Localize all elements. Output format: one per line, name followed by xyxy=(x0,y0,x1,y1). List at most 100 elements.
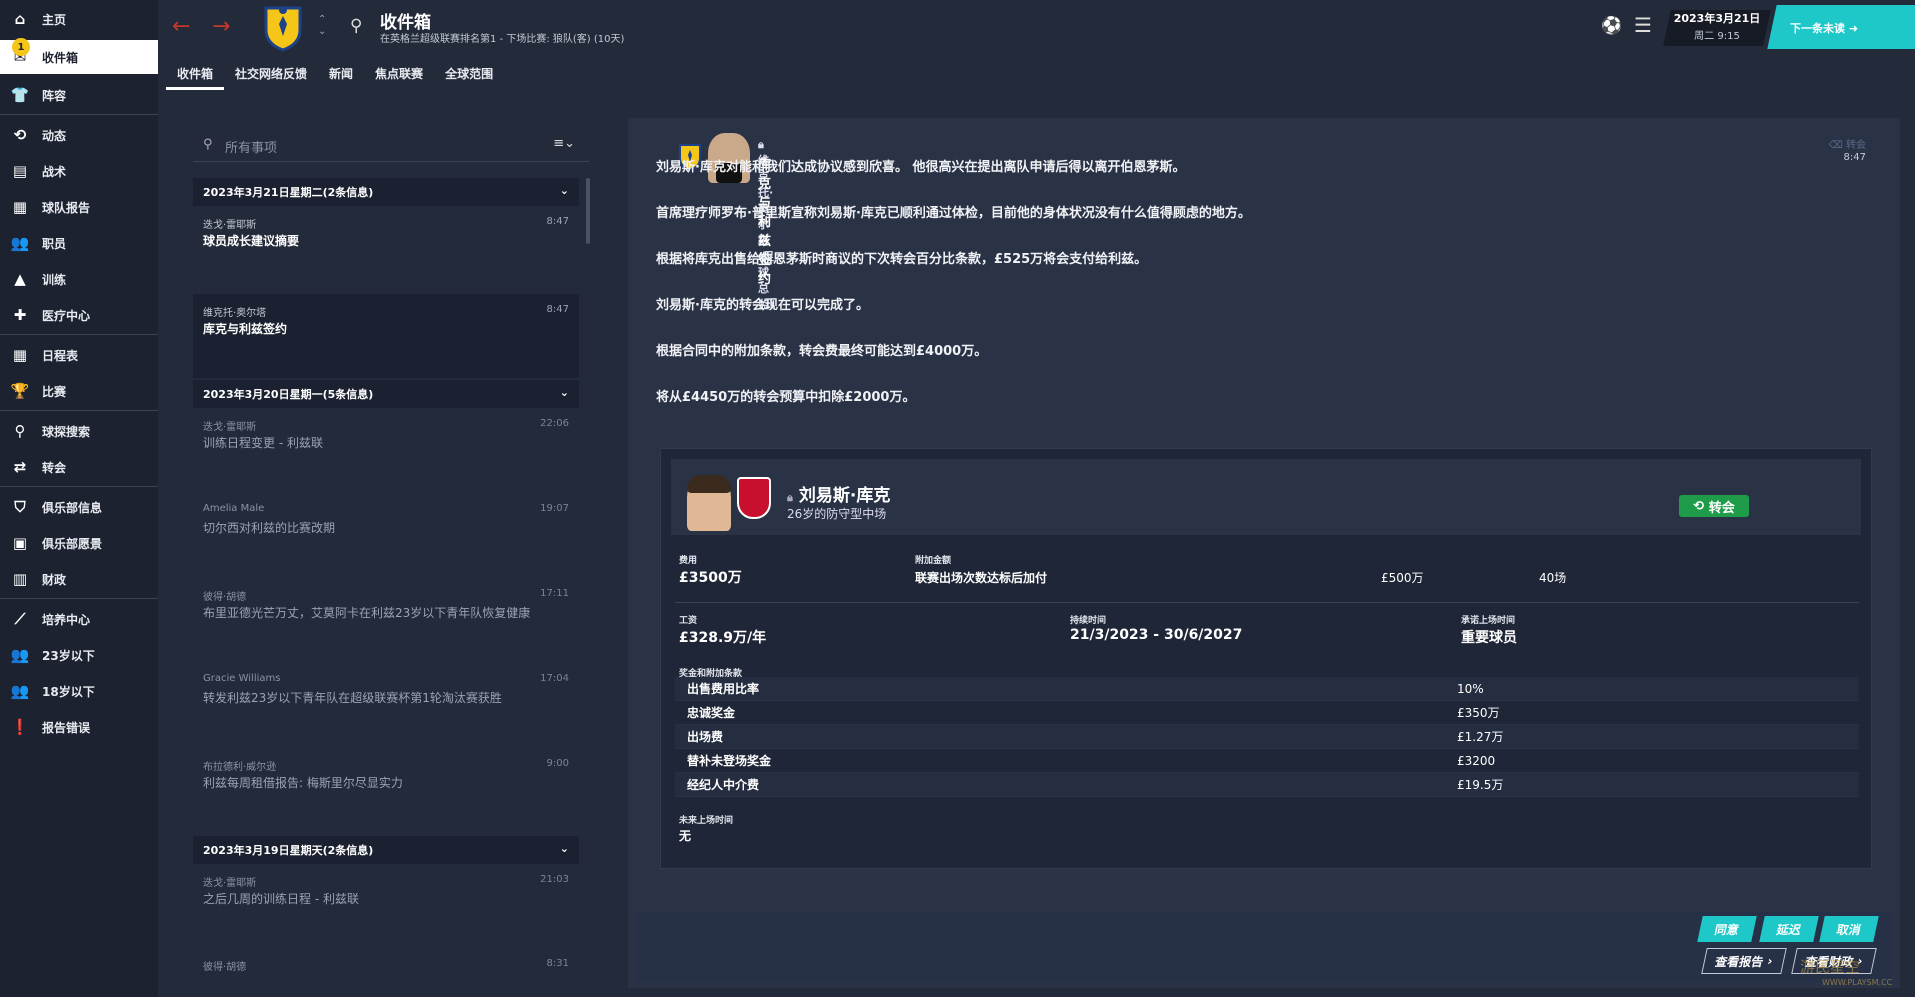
player-header[interactable]: 🔒︎ 刘易斯·库克 26岁的防守型中场 ⟲ 转会 xyxy=(671,459,1861,535)
addon-appearances: 40场 xyxy=(1539,571,1567,585)
list-item[interactable]: 迭戈·雷耶斯 22:06 训练日程变更 - 利兹联 xyxy=(193,408,579,488)
transfer-icon: ⇄ xyxy=(13,458,27,476)
delay-button[interactable]: 延迟 xyxy=(1759,916,1819,942)
tab-focus-leagues[interactable]: 焦点联赛 xyxy=(364,66,434,90)
sidebar-item-label: 日程表 xyxy=(42,348,79,363)
wage-label: 工资 xyxy=(679,616,698,626)
list-item[interactable]: 彼得·胡德 17:11 布里亚德光芒万丈，艾莫阿卡在利兹23岁以下青年队恢复健康 xyxy=(193,578,579,658)
current-date: 2023年3月21日 xyxy=(1673,12,1761,25)
search-input[interactable]: ⚲ 所有事项 ≡⌄ xyxy=(193,128,589,162)
club-crest-icon[interactable] xyxy=(262,2,304,52)
list-item[interactable]: 布拉德利·威尔逊 9:00 利兹每周租借报告: 梅斯里尔尽显实力 xyxy=(193,748,579,828)
sidebar-item-staff[interactable]: 👥 职员 xyxy=(0,226,158,260)
watermark-url: WWW.PLAYSM.CC xyxy=(1822,978,1893,987)
message-paragraph: 根据将库克出售给伯恩茅斯时商议的下次转会百分比条款，£525万将会支付给利兹。 xyxy=(656,252,1148,267)
sidebar-item-label: 主页 xyxy=(42,12,67,27)
tab-inbox[interactable]: 收件箱 xyxy=(166,66,225,90)
trophy-icon: 🏆 xyxy=(10,382,30,400)
shirt-icon: 👕 xyxy=(10,86,30,104)
list-item-selected[interactable]: 维克托·奥尔塔 8:47 库克与利兹签约 xyxy=(193,294,579,378)
list-item[interactable]: 迭戈·雷耶斯 8:47 球员成长建议摘要 xyxy=(193,206,579,286)
tag-icon: ⌫ xyxy=(1828,140,1843,151)
sidebar-item-dynamics[interactable]: ⟲ 动态 xyxy=(0,118,158,152)
menu-icon[interactable]: ☰ xyxy=(1634,13,1652,37)
table-row: 经纪人中介费 £19.5万 xyxy=(675,773,1859,797)
tab-bar: 收件箱 社交网络反馈 新闻 焦点联赛 全球范围 xyxy=(166,66,504,90)
message-paragraph: 根据合同中的附加条款，转会费最终可能达到£4000万。 xyxy=(656,344,988,359)
sidebar-item-scouting[interactable]: ⚲ 球探搜索 xyxy=(0,414,158,448)
calendar-icon: ▦ xyxy=(12,346,28,364)
message-time: 8:47 xyxy=(1843,152,1866,163)
chevron-down-icon[interactable]: ⌄ xyxy=(560,842,569,855)
back-arrow-icon[interactable]: ← xyxy=(172,14,190,39)
home-icon: ⌂ xyxy=(14,10,26,28)
tab-worldwide[interactable]: 全球范围 xyxy=(434,66,504,90)
sidebar-item-club-info[interactable]: ⛉ 俱乐部信息 xyxy=(0,490,158,524)
date-group-header[interactable]: 2023年3月20日星期一(5条信息) ⌄ xyxy=(193,380,579,408)
sidebar-item-label: 动态 xyxy=(42,128,67,143)
sidebar-divider xyxy=(0,486,158,487)
list-scrollbar[interactable] xyxy=(586,178,590,244)
sidebar-divider xyxy=(0,410,158,411)
forward-arrow-icon[interactable]: → xyxy=(212,14,230,39)
sidebar-item-schedule[interactable]: ▦ 日程表 xyxy=(0,338,158,372)
date-group-header[interactable]: 2023年3月21日星期二(2条信息) ⌄ xyxy=(193,178,579,206)
sidebar-item-home[interactable]: ⌂ 主页 xyxy=(0,2,158,36)
chevron-down-icon[interactable]: ⌄ xyxy=(560,386,569,399)
football-icon[interactable]: ⚽ xyxy=(1601,16,1622,36)
sidebar-divider xyxy=(0,598,158,599)
search-icon: ⚲ xyxy=(203,137,213,152)
sidebar-item-tactics[interactable]: ▤ 战术 xyxy=(0,154,158,188)
transfer-status-badge: ⟲ 转会 xyxy=(1679,495,1749,517)
duration-value: 21/3/2023 - 30/6/2027 xyxy=(1070,627,1243,643)
sidebar-item-report-bug[interactable]: ❗ 报告错误 xyxy=(0,710,158,744)
sidebar-item-team-report[interactable]: ▦ 球队报告 xyxy=(0,190,158,224)
list-item[interactable]: 迭戈·雷耶斯 21:03 之后几周的训练日程 - 利兹联 xyxy=(193,864,579,944)
promise-value: 重要球员 xyxy=(1461,630,1517,646)
promise-label: 承诺上场时间 xyxy=(1461,616,1516,626)
filter-menu-icon[interactable]: ≡⌄ xyxy=(553,136,575,151)
club-switch-icon[interactable]: ⌃ ⌄ xyxy=(318,14,326,38)
agree-button[interactable]: 同意 xyxy=(1697,916,1757,942)
tab-social[interactable]: 社交网络反馈 xyxy=(224,66,318,90)
sidebar-item-label: 收件箱 xyxy=(42,50,79,65)
sidebar-item-club-vision[interactable]: ▣ 俱乐部愿景 xyxy=(0,526,158,560)
message-tag: ⌫ 转会 xyxy=(1828,140,1866,151)
sidebar-item-label: 战术 xyxy=(42,164,67,179)
sidebar-item-label: 财政 xyxy=(42,572,67,587)
sidebar-item-training[interactable]: ▲ 训练 xyxy=(0,262,158,296)
message-paragraph: 刘易斯·库克对能和我们达成协议感到欣喜。 他很高兴在提出离队申请后得以离开伯恩茅… xyxy=(656,160,1186,175)
development-icon: ⟋ xyxy=(14,610,26,628)
refresh-icon: ⟲ xyxy=(1693,498,1705,514)
sidebar-item-inbox[interactable]: 1 ✉ 收件箱 xyxy=(0,38,158,74)
date-group-header[interactable]: 2023年3月19日星期天(2条信息) ⌄ xyxy=(193,836,579,864)
finance-icon: ▥ xyxy=(12,570,28,588)
sidebar-item-competitions[interactable]: 🏆 比赛 xyxy=(0,374,158,408)
sidebar-item-medical[interactable]: ✚ 医疗中心 xyxy=(0,298,158,332)
sidebar-item-u18[interactable]: 👥 18岁以下 xyxy=(0,674,158,708)
player-name[interactable]: 🔒︎ 刘易斯·库克 xyxy=(787,481,890,506)
sidebar-item-label: 球探搜索 xyxy=(42,424,91,439)
staff-icon: 👥 xyxy=(10,234,30,252)
next-unread-label[interactable]: 下一条未读 ➜ xyxy=(1790,20,1910,36)
sidebar-item-u23[interactable]: 👥 23岁以下 xyxy=(0,638,158,672)
tab-news[interactable]: 新闻 xyxy=(318,66,364,90)
table-row: 出售费用比率 10% xyxy=(675,677,1859,701)
search-placeholder: 所有事项 xyxy=(225,141,278,156)
sidebar-item-squad[interactable]: 👕 阵容 xyxy=(0,78,158,112)
addon-description: 联赛出场次数达标后加付 xyxy=(915,571,1048,585)
list-item[interactable]: Gracie Williams 17:04 转发利兹23岁以下青年队在超级联赛杯第1… xyxy=(193,663,579,743)
wage-value: £328.9万/年 xyxy=(679,630,767,646)
cancel-button[interactable]: 取消 xyxy=(1819,916,1879,942)
search-icon[interactable]: ⚲ xyxy=(350,16,362,36)
dynamics-icon: ⟲ xyxy=(13,126,27,144)
list-item[interactable]: 彼得·胡德 8:31 xyxy=(193,948,579,997)
list-item[interactable]: Amelia Male 19:07 切尔西对利兹的比赛改期 xyxy=(193,493,579,573)
sidebar-item-transfers[interactable]: ⇄ 转会 xyxy=(0,450,158,484)
sidebar-item-dev-centre[interactable]: ⟋ 培养中心 xyxy=(0,602,158,636)
search-icon: ⚲ xyxy=(14,422,26,440)
sidebar-item-finances[interactable]: ▥ 财政 xyxy=(0,562,158,596)
divider xyxy=(675,602,1859,603)
view-report-button[interactable]: 查看报告 › xyxy=(1701,948,1787,974)
chevron-down-icon[interactable]: ⌄ xyxy=(560,184,569,197)
